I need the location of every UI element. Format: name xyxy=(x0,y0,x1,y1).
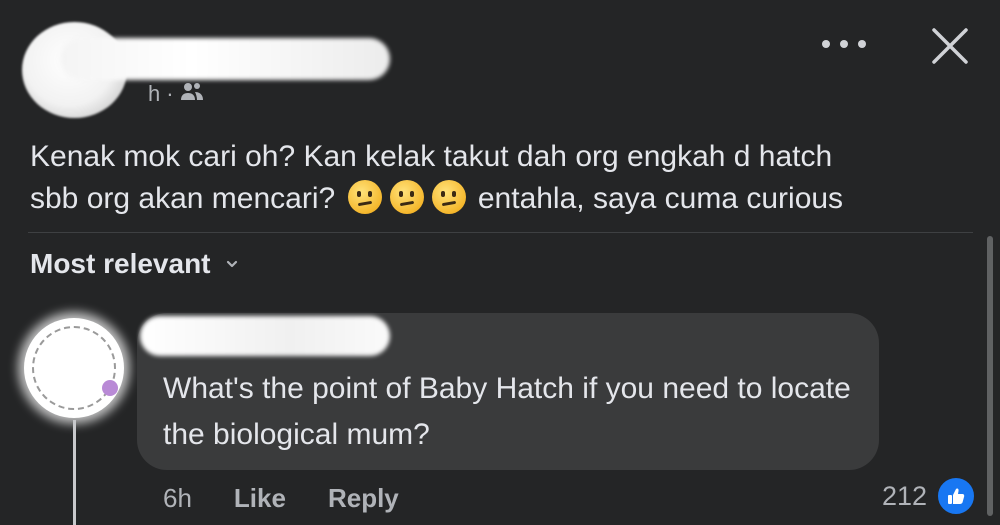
like-reaction-icon xyxy=(935,475,978,517)
meta-separator: · xyxy=(166,81,174,106)
commenter-name[interactable] xyxy=(140,316,390,356)
commenter-avatar[interactable] xyxy=(24,318,124,418)
comment-sort-dropdown[interactable]: Most relevant xyxy=(30,246,239,282)
comment-actions: 6h Like Reply xyxy=(163,480,399,516)
thinking-face-emoji-icon xyxy=(347,180,382,214)
post-author-name[interactable] xyxy=(60,38,390,80)
reply-button[interactable]: Reply xyxy=(328,483,399,514)
post-text: Kenak mok cari oh? Kan kelak takut dah o… xyxy=(30,136,970,220)
comment-text: What's the point of Baby Hatch if you ne… xyxy=(163,372,851,451)
comment-time[interactable]: 6h xyxy=(163,483,192,514)
reaction-summary[interactable]: 212 xyxy=(882,475,978,517)
sort-label: Most relevant xyxy=(30,248,211,279)
close-icon[interactable] xyxy=(930,26,970,66)
post-meta: h · xyxy=(148,80,204,108)
chevron-down-icon xyxy=(226,260,237,268)
post-text-line-1: Kenak mok cari oh? Kan kelak takut dah o… xyxy=(30,140,833,173)
divider xyxy=(28,232,973,233)
thinking-face-emoji-icon xyxy=(431,180,466,214)
post-text-line-2: sbb org akan mencari? entahla, saya cuma… xyxy=(30,180,844,215)
friends-icon xyxy=(180,81,204,107)
post-time[interactable]: h xyxy=(148,81,160,107)
scrollbar[interactable] xyxy=(987,236,993,516)
thinking-face-emoji-icon xyxy=(389,180,424,214)
reaction-count: 212 xyxy=(882,480,928,511)
more-horizontal-icon[interactable] xyxy=(822,32,866,56)
thread-line xyxy=(73,420,76,525)
like-button[interactable]: Like xyxy=(234,483,286,514)
